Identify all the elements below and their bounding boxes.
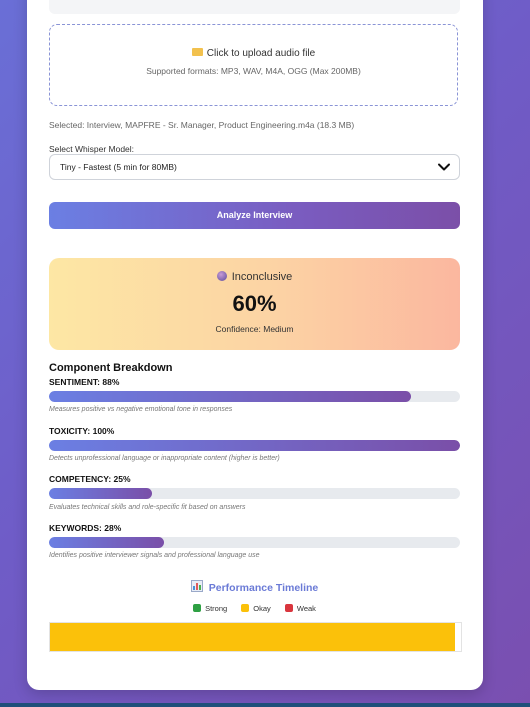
metric-label-competency: COMPETENCY: 25% bbox=[49, 474, 131, 484]
upload-prompt-row: Click to upload audio file bbox=[50, 48, 457, 59]
progress-fill-sentiment bbox=[49, 391, 411, 402]
legend-item-strong: Strong bbox=[193, 604, 227, 613]
progress-fill-competency bbox=[49, 488, 152, 499]
analysis-card: Click to upload audio file Supported for… bbox=[27, 0, 483, 690]
taskbar-strip bbox=[0, 703, 530, 707]
legend-label-strong: Strong bbox=[205, 604, 228, 613]
score-percent: 60% bbox=[232, 291, 277, 316]
model-label: Select Whisper Model: bbox=[49, 144, 135, 154]
whisper-model-select[interactable]: Tiny - Fastest (5 min for 80MB) bbox=[49, 154, 460, 180]
metric-label-sentiment: SENTIMENT: 88% bbox=[49, 377, 120, 387]
progress-fill-toxicity bbox=[49, 440, 460, 451]
progress-track-keywords bbox=[49, 537, 460, 548]
breakdown-title: Component Breakdown bbox=[49, 362, 173, 374]
model-value: Tiny - Fastest (5 min for 80MB) bbox=[60, 162, 177, 172]
progress-track-competency bbox=[49, 488, 460, 499]
metric-label-toxicity: TOXICITY: 100% bbox=[49, 426, 115, 436]
upload-prompt: Click to upload audio file bbox=[206, 48, 316, 59]
chevron-down-icon bbox=[438, 163, 450, 171]
timeline-segment-okay[interactable] bbox=[50, 623, 455, 651]
metric-desc-sentiment: Measures positive vs negative emotional … bbox=[49, 406, 233, 413]
legend-label-okay: Okay bbox=[253, 604, 271, 613]
timeline-title-row: Performance Timeline bbox=[49, 580, 460, 594]
timeline-bar bbox=[49, 622, 462, 652]
bar-chart-icon bbox=[190, 580, 203, 592]
metric-desc-toxicity: Detects unprofessional language or inapp… bbox=[49, 455, 280, 462]
top-panel bbox=[49, 0, 460, 14]
legend-label-weak: Weak bbox=[296, 604, 316, 613]
analyze-button[interactable]: Analyze Interview bbox=[49, 202, 460, 229]
folder-icon bbox=[191, 48, 203, 56]
legend-item-weak: Weak bbox=[284, 604, 316, 613]
verdict-text: Inconclusive bbox=[231, 271, 293, 283]
confidence-text: Confidence: Medium bbox=[215, 324, 294, 334]
timeline-title: Performance Timeline bbox=[208, 582, 319, 594]
supported-formats: Supported formats: MP3, WAV, M4A, OGG (M… bbox=[146, 66, 361, 76]
upload-dropzone[interactable]: Click to upload audio file Supported for… bbox=[49, 24, 458, 106]
metric-desc-keywords: Identifies positive interviewer signals … bbox=[49, 552, 260, 559]
progress-track-sentiment bbox=[49, 391, 460, 402]
selected-file: Selected: Interview, MAPFRE - Sr. Manage… bbox=[49, 120, 355, 130]
legend-item-okay: Okay bbox=[241, 604, 271, 613]
verdict-row: Inconclusive bbox=[49, 271, 460, 283]
legend-swatch-strong bbox=[193, 604, 202, 612]
legend-swatch-weak bbox=[284, 604, 293, 612]
timeline-legend: Strong Okay Weak bbox=[49, 604, 460, 613]
metric-label-keywords: KEYWORDS: 28% bbox=[49, 523, 122, 533]
result-panel: Inconclusive 60% Confidence: Medium bbox=[49, 258, 460, 350]
progress-track-toxicity bbox=[49, 440, 460, 451]
progress-fill-keywords bbox=[49, 537, 165, 548]
crystal-ball-icon bbox=[216, 271, 227, 281]
legend-swatch-okay bbox=[241, 604, 250, 612]
metric-desc-competency: Evaluates technical skills and role-spec… bbox=[49, 504, 246, 511]
